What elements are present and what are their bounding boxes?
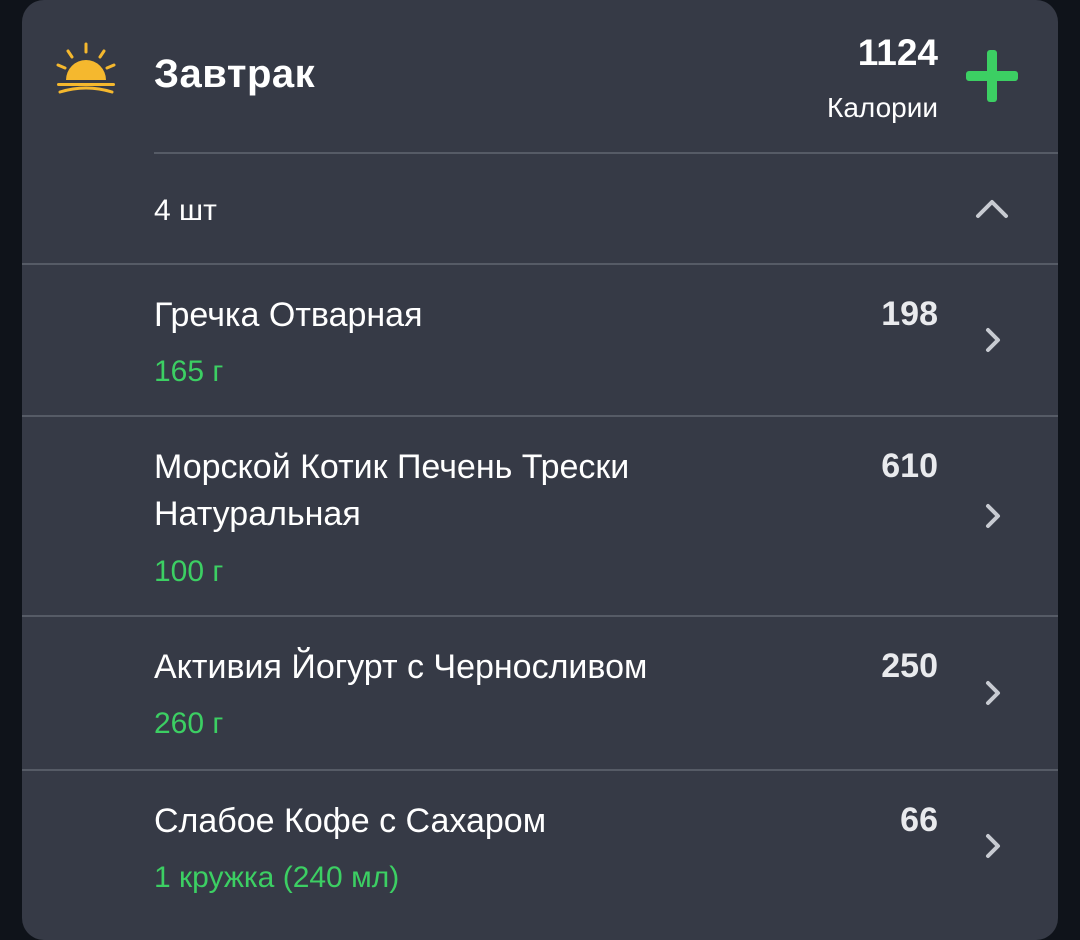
chevron-up-icon (976, 200, 1008, 218)
food-calories: 610 (881, 447, 938, 485)
total-calories: 1124 (857, 32, 938, 73)
chevron-right-icon (986, 328, 1000, 352)
meal-card: Завтрак 1124 Калории 4 шт Гречка Отварна… (22, 0, 1058, 940)
meal-title: Завтрак (154, 52, 316, 96)
food-item[interactable]: Слабое Кофе с Сахаром 1 кружка (240 мл) … (22, 771, 1058, 921)
chevron-right-icon (986, 834, 1000, 858)
calories-label: Калории (827, 92, 938, 123)
food-name: Слабое Кофе с Сахаром (154, 802, 547, 840)
food-name: Активия Йогурт с Черносливом (154, 648, 648, 686)
chevron-right-icon (986, 504, 1000, 528)
add-food-button[interactable] (962, 46, 1022, 106)
food-amount: 260 г (154, 707, 224, 740)
food-item[interactable]: Морской Котик Печень Трески Натуральная … (22, 417, 1058, 615)
sunrise-icon (56, 42, 116, 94)
food-amount: 1 кружка (240 мл) (154, 861, 400, 894)
food-amount: 100 г (154, 555, 224, 588)
meal-header: Завтрак 1124 Калории (22, 0, 1058, 153)
chevron-right-icon (986, 681, 1000, 705)
food-item[interactable]: Гречка Отварная 165 г 198 (22, 265, 1058, 415)
item-count: 4 шт (154, 194, 217, 227)
collapse-toggle[interactable]: 4 шт (22, 154, 1058, 263)
food-calories: 66 (900, 801, 938, 839)
food-calories: 198 (881, 295, 938, 333)
food-name: Морской Котик Печень Трески Натуральная (154, 448, 630, 533)
food-name: Гречка Отварная (154, 296, 423, 334)
food-item[interactable]: Активия Йогурт с Черносливом 260 г 250 (22, 617, 1058, 769)
food-amount: 165 г (154, 355, 224, 388)
food-calories: 250 (881, 647, 938, 685)
